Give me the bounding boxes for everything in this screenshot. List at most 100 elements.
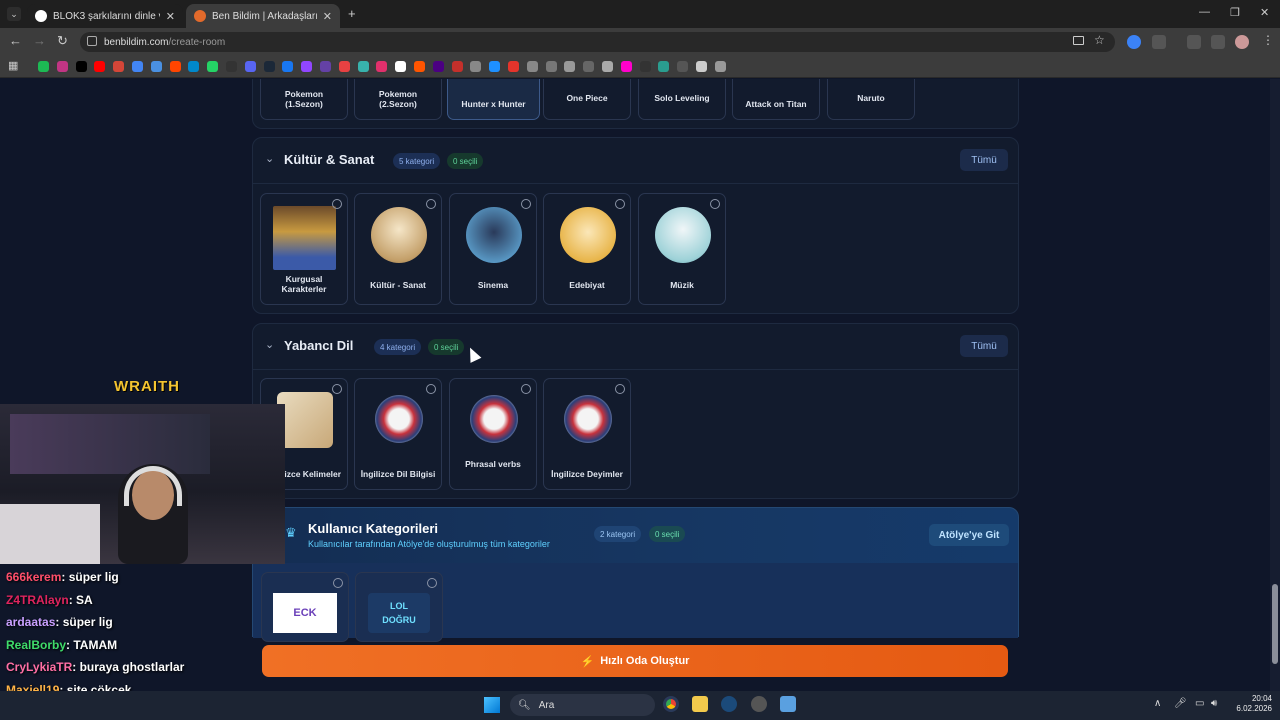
microphone-icon[interactable]: 🎤︎ — [1174, 698, 1187, 709]
bookmark-icon[interactable] — [188, 61, 200, 72]
category-card-muzik[interactable]: Müzik — [638, 193, 726, 305]
select-radio[interactable] — [332, 384, 342, 394]
bookmark-icon[interactable] — [395, 61, 407, 72]
chrome-icon[interactable] — [663, 696, 679, 712]
bookmark-icon[interactable] — [357, 61, 369, 72]
bookmark-icon[interactable] — [414, 61, 425, 72]
bookmark-icon[interactable] — [376, 61, 388, 72]
bookmark-icon[interactable] — [583, 61, 595, 72]
extension-icon[interactable] — [1127, 35, 1141, 49]
bookmark-icon[interactable] — [38, 61, 49, 72]
category-card[interactable]: Pokemon (1.Sezon) — [260, 79, 348, 120]
bookmark-icon[interactable] — [526, 61, 538, 72]
section-header[interactable]: ⌄ Kültür & Sanat 5 kategori 0 seçili Tüm… — [253, 138, 1018, 184]
bookmark-icon[interactable] — [470, 61, 482, 72]
category-card-kultur-sanat[interactable]: Kültür - Sanat — [354, 193, 442, 305]
browser-tab-blok3[interactable]: BLOK3 şarkılarını dinle ve tahmi ✕ — [27, 4, 183, 28]
chevron-down-icon[interactable]: ⌄ — [265, 338, 274, 351]
file-explorer-icon[interactable] — [692, 696, 708, 712]
bookmark-icon[interactable] — [545, 61, 557, 72]
minimize-icon[interactable]: — — [1199, 6, 1210, 18]
address-bar[interactable]: benbildim.com/create-room — [80, 32, 1115, 52]
select-radio[interactable] — [615, 199, 625, 209]
reload-icon[interactable]: ↻ — [57, 33, 68, 49]
maximize-icon[interactable]: ❐ — [1230, 6, 1240, 19]
bookmark-star-icon[interactable]: ☆ — [1094, 33, 1105, 47]
bookmark-icon[interactable] — [150, 61, 162, 72]
close-tab-icon[interactable]: ✕ — [323, 10, 332, 23]
bookmark-icon[interactable] — [620, 61, 632, 72]
network-icon[interactable]: ▭ — [1195, 698, 1204, 709]
new-tab-icon[interactable]: + — [348, 6, 356, 21]
bookmark-icon[interactable] — [602, 61, 613, 72]
profile-avatar[interactable] — [1235, 35, 1249, 49]
steam-icon[interactable] — [721, 696, 737, 712]
clock[interactable]: 20:04 6.02.2026 — [1232, 694, 1272, 714]
browser-menu-icon[interactable]: ⋮ — [1262, 33, 1274, 47]
bookmark-icon[interactable] — [564, 61, 576, 72]
bookmark-icon[interactable] — [320, 61, 331, 72]
bookmark-icon[interactable] — [696, 61, 707, 72]
category-card[interactable]: Pokemon (2.Sezon) — [354, 79, 442, 120]
select-radio[interactable] — [710, 199, 720, 209]
tab-list-button[interactable]: ⌄ — [7, 7, 21, 21]
bookmark-icon[interactable] — [282, 61, 294, 72]
select-radio[interactable] — [521, 384, 531, 394]
bookmark-icon[interactable] — [113, 61, 125, 72]
bookmark-icon[interactable] — [263, 61, 275, 72]
bookmark-icon[interactable] — [432, 61, 444, 72]
windows-start-icon[interactable] — [484, 697, 500, 713]
close-window-icon[interactable]: ✕ — [1260, 6, 1269, 19]
select-all-button[interactable]: Tümü — [960, 335, 1008, 357]
bookmark-icon[interactable] — [207, 61, 219, 72]
select-radio[interactable] — [427, 578, 437, 588]
section-header[interactable]: ⌄ Yabancı Dil 4 kategori 0 seçili Tümü — [253, 324, 1018, 370]
category-card[interactable]: Solo Leveling — [638, 79, 726, 120]
install-app-icon[interactable] — [1073, 36, 1084, 45]
bookmark-icon[interactable] — [132, 61, 143, 72]
bookmark-icon[interactable] — [677, 61, 689, 72]
bookmark-icon[interactable] — [56, 61, 68, 72]
select-radio[interactable] — [333, 578, 343, 588]
bookmark-icon[interactable] — [489, 61, 501, 72]
bookmark-icon[interactable] — [639, 61, 651, 72]
close-tab-icon[interactable]: ✕ — [166, 10, 175, 23]
extensions-puzzle-icon[interactable] — [1152, 35, 1166, 49]
bookmark-icon[interactable] — [301, 61, 313, 72]
category-card-selected[interactable]: Hunter x Hunter — [447, 79, 540, 120]
quick-create-room-button[interactable]: ⚡ Hızlı Oda Oluştur — [262, 645, 1008, 677]
select-radio[interactable] — [426, 199, 436, 209]
bookmark-icon[interactable] — [94, 61, 106, 72]
tray-overflow-icon[interactable]: ∧ — [1154, 698, 1161, 709]
chevron-down-icon[interactable]: ⌄ — [265, 152, 274, 165]
select-radio[interactable] — [615, 384, 625, 394]
bookmark-icon[interactable] — [508, 61, 519, 72]
select-radio[interactable] — [521, 199, 531, 209]
site-info-icon[interactable] — [87, 36, 97, 46]
forward-icon[interactable]: → — [33, 33, 46, 48]
bookmark-icon[interactable] — [658, 61, 670, 72]
category-card-edebiyat[interactable]: Edebiyat — [543, 193, 631, 305]
reading-list-icon[interactable] — [1211, 35, 1225, 49]
category-card-phrasal-verbs[interactable]: Phrasal verbs — [449, 378, 537, 490]
bookmark-icon[interactable] — [169, 61, 181, 72]
category-card[interactable]: Naruto — [827, 79, 915, 120]
bookmark-icon[interactable] — [451, 61, 463, 72]
bookmark-icon[interactable] — [226, 61, 237, 72]
select-radio[interactable] — [332, 199, 342, 209]
category-card-kurgusal[interactable]: Kurgusal Karakterler — [260, 193, 348, 305]
bookmark-icon[interactable] — [714, 61, 726, 72]
user-category-card-lol[interactable]: LOL DOĞRU — [355, 572, 443, 642]
category-card-ingilizce-deyimler[interactable]: İngilizce Deyimler — [543, 378, 631, 490]
category-card-ingilizce-dil-bilgisi[interactable]: İngilizce Dil Bilgisi — [354, 378, 442, 490]
back-icon[interactable]: ← — [9, 33, 22, 48]
select-all-button[interactable]: Tümü — [960, 149, 1008, 171]
apps-grid-icon[interactable]: ▦ — [8, 59, 18, 72]
category-card[interactable]: One Piece — [543, 79, 631, 120]
category-card-sinema[interactable]: Sinema — [449, 193, 537, 305]
bookmark-icon[interactable] — [244, 61, 256, 72]
bookmark-icon[interactable] — [338, 61, 350, 72]
bookmark-icon[interactable] — [75, 61, 87, 72]
volume-icon[interactable]: 🔊︎ — [1211, 698, 1217, 709]
workshop-button[interactable]: Atölye'ye Git — [929, 524, 1009, 546]
